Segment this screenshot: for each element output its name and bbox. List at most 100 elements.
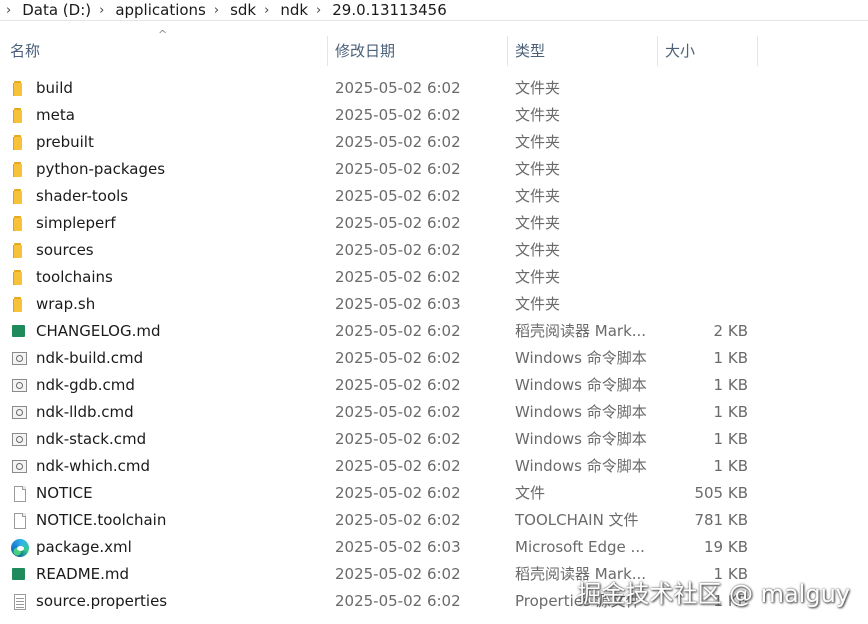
file-date: 2025-05-02 6:02: [335, 187, 461, 205]
file-date: 2025-05-02 6:02: [335, 376, 461, 394]
file-row[interactable]: sources 2025-05-02 6:02 文件夹: [0, 237, 868, 264]
chevron-right-icon[interactable]: ›: [316, 3, 321, 18]
file-name[interactable]: build: [36, 75, 326, 102]
file-name[interactable]: ndk-lldb.cmd: [36, 399, 326, 426]
file-name[interactable]: ndk-gdb.cmd: [36, 372, 326, 399]
file-name[interactable]: meta: [36, 102, 326, 129]
file-type: TOOLCHAIN 文件: [515, 511, 639, 529]
file-type: Windows 命令脚本: [515, 430, 647, 448]
file-name[interactable]: python-packages: [36, 156, 326, 183]
column-divider[interactable]: [657, 36, 658, 66]
file-size: 1 KB: [713, 376, 748, 394]
file-name[interactable]: ndk-which.cmd: [36, 453, 326, 480]
file-row[interactable]: NOTICE.toolchain 2025-05-02 6:02 TOOLCHAIN…: [0, 507, 868, 534]
folder-icon: [11, 188, 29, 205]
column-divider[interactable]: [507, 36, 508, 66]
file-date: 2025-05-02 6:02: [335, 592, 461, 610]
file-name[interactable]: NOTICE: [36, 480, 326, 507]
file-name[interactable]: source.properties: [36, 588, 326, 615]
breadcrumb-item-drive[interactable]: Data (D:): [22, 1, 91, 19]
file-type: 文件夹: [515, 187, 561, 205]
column-header-type[interactable]: 类型: [515, 34, 655, 66]
file-type: 文件夹: [515, 295, 561, 313]
file-date: 2025-05-02 6:02: [335, 241, 461, 259]
folder-icon: [11, 134, 29, 151]
file-row[interactable]: prebuilt 2025-05-02 6:02 文件夹: [0, 129, 868, 156]
column-header-name[interactable]: 名称: [10, 34, 325, 66]
chevron-right-icon[interactable]: ›: [264, 3, 269, 18]
file-name[interactable]: prebuilt: [36, 129, 326, 156]
breadcrumb-item-version[interactable]: 29.0.13113456: [332, 1, 447, 19]
file-name[interactable]: ndk-stack.cmd: [36, 426, 326, 453]
column-divider[interactable]: [327, 36, 328, 66]
file-type: 文件夹: [515, 79, 561, 97]
file-date: 2025-05-02 6:02: [335, 79, 461, 97]
properties-file-icon: [11, 593, 29, 610]
column-header-date[interactable]: 修改日期: [335, 34, 505, 66]
file-date: 2025-05-02 6:02: [335, 403, 461, 421]
file-list: build 2025-05-02 6:02 文件夹 meta 2025-05-02 6:…: [0, 75, 868, 615]
file-row[interactable]: build 2025-05-02 6:02 文件夹: [0, 75, 868, 102]
file-size: [660, 210, 748, 237]
file-row[interactable]: wrap.sh 2025-05-02 6:03 文件夹: [0, 291, 868, 318]
file-name[interactable]: toolchains: [36, 264, 326, 291]
file-date: 2025-05-02 6:03: [335, 295, 461, 313]
file-size: [660, 264, 748, 291]
file-name[interactable]: ndk-build.cmd: [36, 345, 326, 372]
file-type: 稻壳阅读器 Mark...: [515, 322, 647, 340]
breadcrumb: › Data (D:) › applications › sdk › ndk ›…: [0, 0, 868, 21]
file-name[interactable]: simpleperf: [36, 210, 326, 237]
file-row[interactable]: ndk-stack.cmd 2025-05-02 6:02 Windows 命令脚本…: [0, 426, 868, 453]
chevron-right-icon[interactable]: ›: [99, 3, 104, 18]
chevron-right-icon[interactable]: ›: [6, 3, 11, 18]
folder-icon: [11, 215, 29, 232]
breadcrumb-item-ndk[interactable]: ndk: [280, 1, 308, 19]
file-row[interactable]: meta 2025-05-02 6:02 文件夹: [0, 102, 868, 129]
file-name[interactable]: NOTICE.toolchain: [36, 507, 326, 534]
breadcrumb-item-sdk[interactable]: sdk: [230, 1, 256, 19]
markdown-file-icon: [11, 566, 29, 583]
file-size: [660, 291, 748, 318]
file-type: 文件夹: [515, 133, 561, 151]
file-name[interactable]: CHANGELOG.md: [36, 318, 326, 345]
breadcrumb-item-applications[interactable]: applications: [115, 1, 206, 19]
file-row[interactable]: shader-tools 2025-05-02 6:02 文件夹: [0, 183, 868, 210]
file-size: 781 KB: [694, 511, 748, 529]
column-header-size[interactable]: 大小: [665, 34, 755, 66]
file-row[interactable]: simpleperf 2025-05-02 6:02 文件夹: [0, 210, 868, 237]
blank-file-icon: [11, 512, 29, 529]
file-date: 2025-05-02 6:02: [335, 484, 461, 502]
file-row[interactable]: toolchains 2025-05-02 6:02 文件夹: [0, 264, 868, 291]
file-type: 文件夹: [515, 106, 561, 124]
file-date: 2025-05-02 6:02: [335, 268, 461, 286]
edge-browser-icon: [11, 539, 29, 557]
file-date: 2025-05-02 6:02: [335, 565, 461, 583]
file-name[interactable]: README.md: [36, 561, 326, 588]
file-row[interactable]: ndk-gdb.cmd 2025-05-02 6:02 Windows 命令脚本 1 …: [0, 372, 868, 399]
file-size: 1 KB: [713, 457, 748, 475]
file-type: Windows 命令脚本: [515, 376, 647, 394]
file-size: 505 KB: [694, 484, 748, 502]
file-row[interactable]: package.xml 2025-05-02 6:03 Microsoft Edge…: [0, 534, 868, 561]
file-name[interactable]: shader-tools: [36, 183, 326, 210]
file-row[interactable]: NOTICE 2025-05-02 6:02 文件 505 KB: [0, 480, 868, 507]
file-type: 文件夹: [515, 241, 561, 259]
file-name[interactable]: package.xml: [36, 534, 326, 561]
file-row[interactable]: python-packages 2025-05-02 6:02 文件夹: [0, 156, 868, 183]
file-size: [660, 102, 748, 129]
file-row[interactable]: CHANGELOG.md 2025-05-02 6:02 稻壳阅读器 Mark...…: [0, 318, 868, 345]
file-row[interactable]: ndk-build.cmd 2025-05-02 6:02 Windows 命令脚本…: [0, 345, 868, 372]
file-row[interactable]: ndk-lldb.cmd 2025-05-02 6:02 Windows 命令脚本 1…: [0, 399, 868, 426]
file-type: Microsoft Edge ...: [515, 538, 645, 556]
column-divider[interactable]: [757, 36, 758, 66]
file-size: [660, 129, 748, 156]
file-size: 19 KB: [704, 538, 748, 556]
file-size: [660, 237, 748, 264]
watermark: 掘金技术社区 @ malguy: [577, 580, 850, 608]
cmd-script-icon: [11, 431, 29, 448]
blank-file-icon: [11, 485, 29, 502]
chevron-right-icon[interactable]: ›: [214, 3, 219, 18]
file-name[interactable]: sources: [36, 237, 326, 264]
file-row[interactable]: ndk-which.cmd 2025-05-02 6:02 Windows 命令脚本…: [0, 453, 868, 480]
file-name[interactable]: wrap.sh: [36, 291, 326, 318]
